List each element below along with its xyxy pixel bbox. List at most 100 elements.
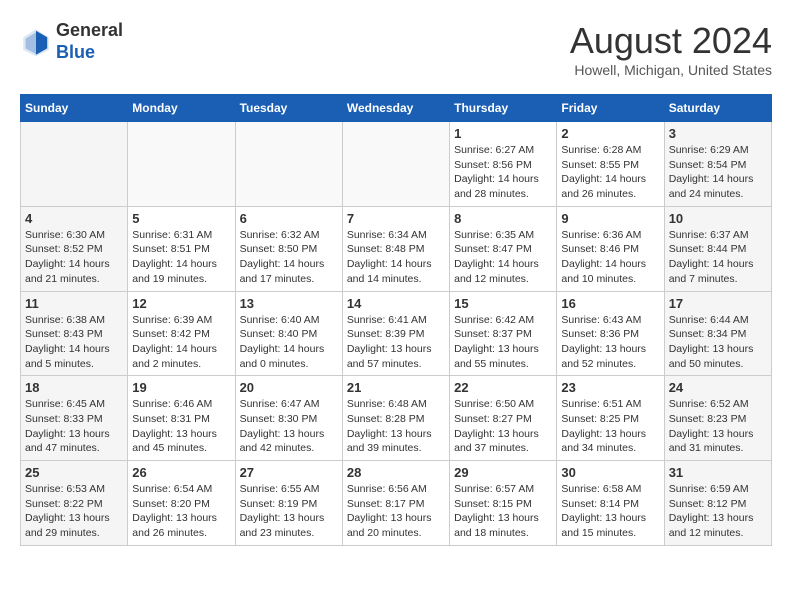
calendar-header-saturday: Saturday xyxy=(664,95,771,122)
day-number: 9 xyxy=(561,211,659,226)
day-number: 15 xyxy=(454,296,552,311)
calendar-cell: 4 Sunrise: 6:30 AM Sunset: 8:52 PM Daylig… xyxy=(21,206,128,291)
day-info: Sunrise: 6:54 AM Sunset: 8:20 PM Dayligh… xyxy=(132,482,230,541)
calendar-cell: 29 Sunrise: 6:57 AM Sunset: 8:15 PM Dayli… xyxy=(450,461,557,546)
day-info: Sunrise: 6:57 AM Sunset: 8:15 PM Dayligh… xyxy=(454,482,552,541)
calendar-header-wednesday: Wednesday xyxy=(342,95,449,122)
day-number: 4 xyxy=(25,211,123,226)
day-info: Sunrise: 6:45 AM Sunset: 8:33 PM Dayligh… xyxy=(25,397,123,456)
calendar-cell: 19 Sunrise: 6:46 AM Sunset: 8:31 PM Dayli… xyxy=(128,376,235,461)
day-info: Sunrise: 6:36 AM Sunset: 8:46 PM Dayligh… xyxy=(561,228,659,287)
day-info: Sunrise: 6:58 AM Sunset: 8:14 PM Dayligh… xyxy=(561,482,659,541)
day-number: 27 xyxy=(240,465,338,480)
calendar-cell: 14 Sunrise: 6:41 AM Sunset: 8:39 PM Dayli… xyxy=(342,291,449,376)
day-number: 28 xyxy=(347,465,445,480)
day-number: 8 xyxy=(454,211,552,226)
day-info: Sunrise: 6:42 AM Sunset: 8:37 PM Dayligh… xyxy=(454,313,552,372)
calendar-cell: 26Sunrise: 6:54 AM Sunset: 8:20 PM Dayli… xyxy=(128,461,235,546)
day-info: Sunrise: 6:47 AM Sunset: 8:30 PM Dayligh… xyxy=(240,397,338,456)
calendar-header-thursday: Thursday xyxy=(450,95,557,122)
day-number: 13 xyxy=(240,296,338,311)
calendar-cell: 31 Sunrise: 6:59 AM Sunset: 8:12 PM Dayli… xyxy=(664,461,771,546)
calendar-cell: 13Sunrise: 6:40 AM Sunset: 8:40 PM Dayli… xyxy=(235,291,342,376)
calendar-cell: 1Sunrise: 6:27 AM Sunset: 8:56 PM Daylig… xyxy=(450,122,557,207)
day-number: 21 xyxy=(347,380,445,395)
day-number: 31 xyxy=(669,465,767,480)
day-info: Sunrise: 6:31 AM Sunset: 8:51 PM Dayligh… xyxy=(132,228,230,287)
calendar-cell: 8 Sunrise: 6:35 AM Sunset: 8:47 PM Daylig… xyxy=(450,206,557,291)
day-info: Sunrise: 6:29 AM Sunset: 8:54 PM Dayligh… xyxy=(669,143,767,202)
day-number: 24 xyxy=(669,380,767,395)
calendar-cell: 2 Sunrise: 6:28 AM Sunset: 8:55 PM Daylig… xyxy=(557,122,664,207)
day-info: Sunrise: 6:52 AM Sunset: 8:23 PM Dayligh… xyxy=(669,397,767,456)
day-info: Sunrise: 6:30 AM Sunset: 8:52 PM Dayligh… xyxy=(25,228,123,287)
day-number: 19 xyxy=(132,380,230,395)
calendar-header-row: SundayMondayTuesdayWednesdayThursdayFrid… xyxy=(21,95,772,122)
day-info: Sunrise: 6:44 AM Sunset: 8:34 PM Dayligh… xyxy=(669,313,767,372)
calendar-cell: 18 Sunrise: 6:45 AM Sunset: 8:33 PM Dayli… xyxy=(21,376,128,461)
day-number: 14 xyxy=(347,296,445,311)
day-info: Sunrise: 6:48 AM Sunset: 8:28 PM Dayligh… xyxy=(347,397,445,456)
month-year: August 2024 xyxy=(570,20,772,62)
calendar-header-friday: Friday xyxy=(557,95,664,122)
day-info: Sunrise: 6:27 AM Sunset: 8:56 PM Dayligh… xyxy=(454,143,552,202)
day-number: 2 xyxy=(561,126,659,141)
day-number: 12 xyxy=(132,296,230,311)
day-number: 16 xyxy=(561,296,659,311)
day-info: Sunrise: 6:55 AM Sunset: 8:19 PM Dayligh… xyxy=(240,482,338,541)
day-info: Sunrise: 6:51 AM Sunset: 8:25 PM Dayligh… xyxy=(561,397,659,456)
calendar-cell: 7 Sunrise: 6:34 AM Sunset: 8:48 PM Daylig… xyxy=(342,206,449,291)
day-number: 30 xyxy=(561,465,659,480)
calendar-table: SundayMondayTuesdayWednesdayThursdayFrid… xyxy=(20,94,772,546)
logo: General Blue xyxy=(20,20,123,63)
day-info: Sunrise: 6:32 AM Sunset: 8:50 PM Dayligh… xyxy=(240,228,338,287)
calendar-header-sunday: Sunday xyxy=(21,95,128,122)
logo-text: General Blue xyxy=(56,20,123,63)
calendar-week-4: 18 Sunrise: 6:45 AM Sunset: 8:33 PM Dayli… xyxy=(21,376,772,461)
calendar-cell: 3 Sunrise: 6:29 AM Sunset: 8:54 PM Daylig… xyxy=(664,122,771,207)
day-info: Sunrise: 6:35 AM Sunset: 8:47 PM Dayligh… xyxy=(454,228,552,287)
day-info: Sunrise: 6:37 AM Sunset: 8:44 PM Dayligh… xyxy=(669,228,767,287)
day-info: Sunrise: 6:53 AM Sunset: 8:22 PM Dayligh… xyxy=(25,482,123,541)
location: Howell, Michigan, United States xyxy=(570,62,772,78)
day-number: 18 xyxy=(25,380,123,395)
calendar-cell: 10 Sunrise: 6:37 AM Sunset: 8:44 PM Dayli… xyxy=(664,206,771,291)
calendar-cell: 28 Sunrise: 6:56 AM Sunset: 8:17 PM Dayli… xyxy=(342,461,449,546)
calendar-cell: 20 Sunrise: 6:47 AM Sunset: 8:30 PM Dayli… xyxy=(235,376,342,461)
calendar-cell: 6 Sunrise: 6:32 AM Sunset: 8:50 PM Daylig… xyxy=(235,206,342,291)
day-info: Sunrise: 6:41 AM Sunset: 8:39 PM Dayligh… xyxy=(347,313,445,372)
calendar-cell: 24 Sunrise: 6:52 AM Sunset: 8:23 PM Dayli… xyxy=(664,376,771,461)
day-number: 29 xyxy=(454,465,552,480)
calendar-cell xyxy=(21,122,128,207)
day-info: Sunrise: 6:46 AM Sunset: 8:31 PM Dayligh… xyxy=(132,397,230,456)
day-number: 6 xyxy=(240,211,338,226)
calendar-cell: 22Sunrise: 6:50 AM Sunset: 8:27 PM Dayli… xyxy=(450,376,557,461)
day-number: 23 xyxy=(561,380,659,395)
day-info: Sunrise: 6:56 AM Sunset: 8:17 PM Dayligh… xyxy=(347,482,445,541)
calendar-cell: 27 Sunrise: 6:55 AM Sunset: 8:19 PM Dayli… xyxy=(235,461,342,546)
page-header: General Blue August 2024 Howell, Michiga… xyxy=(20,20,772,78)
calendar-week-3: 11 Sunrise: 6:38 AM Sunset: 8:43 PM Dayli… xyxy=(21,291,772,376)
day-number: 7 xyxy=(347,211,445,226)
calendar-header-monday: Monday xyxy=(128,95,235,122)
calendar-cell: 5Sunrise: 6:31 AM Sunset: 8:51 PM Daylig… xyxy=(128,206,235,291)
day-info: Sunrise: 6:59 AM Sunset: 8:12 PM Dayligh… xyxy=(669,482,767,541)
calendar-cell: 16Sunrise: 6:43 AM Sunset: 8:36 PM Dayli… xyxy=(557,291,664,376)
day-info: Sunrise: 6:39 AM Sunset: 8:42 PM Dayligh… xyxy=(132,313,230,372)
calendar-cell: 15 Sunrise: 6:42 AM Sunset: 8:37 PM Dayli… xyxy=(450,291,557,376)
day-info: Sunrise: 6:28 AM Sunset: 8:55 PM Dayligh… xyxy=(561,143,659,202)
calendar-week-2: 4 Sunrise: 6:30 AM Sunset: 8:52 PM Daylig… xyxy=(21,206,772,291)
day-info: Sunrise: 6:34 AM Sunset: 8:48 PM Dayligh… xyxy=(347,228,445,287)
calendar-cell: 12 Sunrise: 6:39 AM Sunset: 8:42 PM Dayli… xyxy=(128,291,235,376)
day-info: Sunrise: 6:38 AM Sunset: 8:43 PM Dayligh… xyxy=(25,313,123,372)
day-number: 25 xyxy=(25,465,123,480)
calendar-week-1: 1Sunrise: 6:27 AM Sunset: 8:56 PM Daylig… xyxy=(21,122,772,207)
calendar-cell: 17Sunrise: 6:44 AM Sunset: 8:34 PM Dayli… xyxy=(664,291,771,376)
calendar-cell: 21 Sunrise: 6:48 AM Sunset: 8:28 PM Dayli… xyxy=(342,376,449,461)
day-number: 11 xyxy=(25,296,123,311)
day-number: 10 xyxy=(669,211,767,226)
logo-icon xyxy=(20,26,52,58)
calendar-cell: 11 Sunrise: 6:38 AM Sunset: 8:43 PM Dayli… xyxy=(21,291,128,376)
day-number: 3 xyxy=(669,126,767,141)
day-number: 20 xyxy=(240,380,338,395)
